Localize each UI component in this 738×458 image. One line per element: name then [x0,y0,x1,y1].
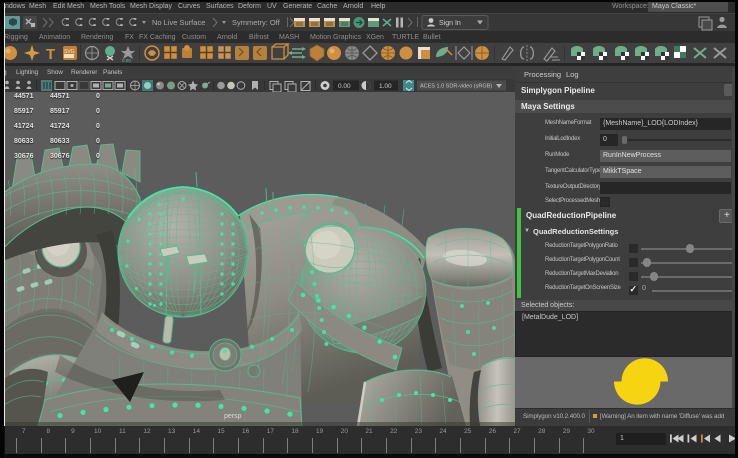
svg-text:0.00: 0.00 [122,58,131,63]
svg-text:No Live Surface: No Live Surface [152,18,205,27]
svg-text:0.00: 0.00 [338,83,351,90]
svg-text:Symmetry: Off: Symmetry: Off [232,18,281,27]
svg-text:ACES 1.0 SDR-video (sRGB): ACES 1.0 SDR-video (sRGB) [420,84,492,90]
svg-text:Sign In: Sign In [439,20,461,27]
svg-text:SVG: SVG [64,49,75,55]
svg-text:T: T [46,46,55,63]
svg-text:1.00: 1.00 [379,83,392,90]
